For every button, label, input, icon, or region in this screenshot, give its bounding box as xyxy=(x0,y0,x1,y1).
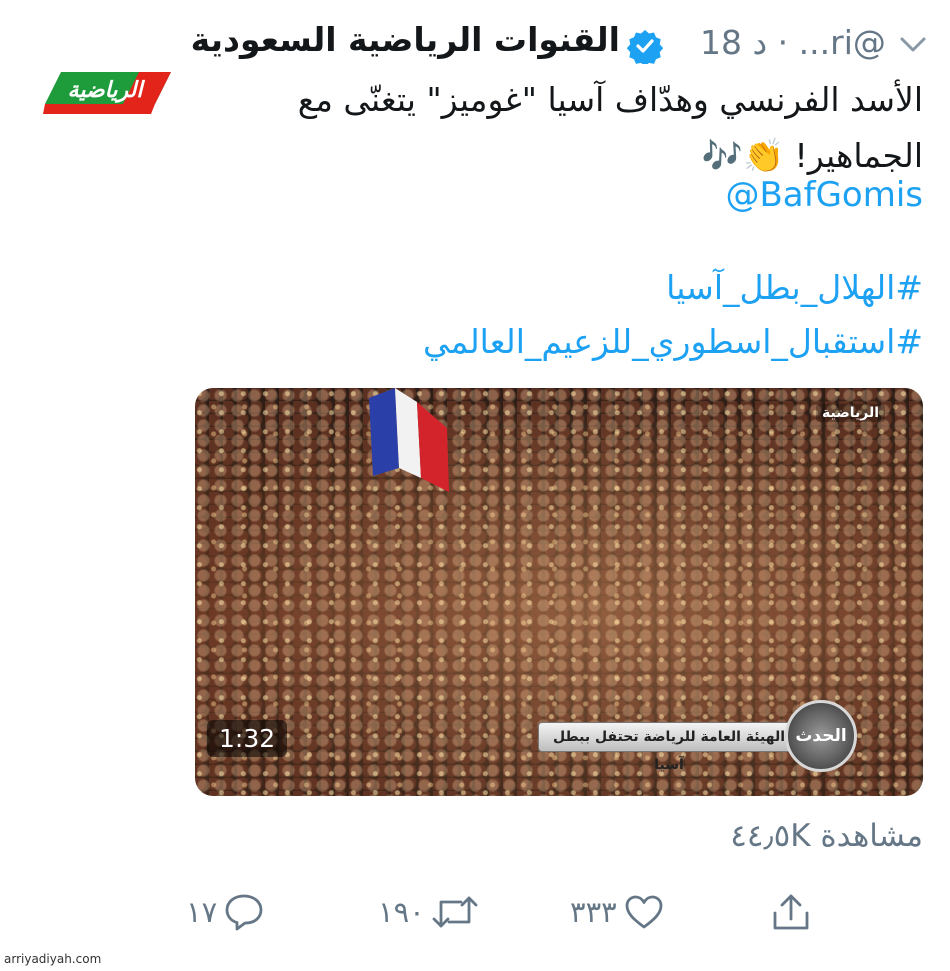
handle-and-timestamp: 18 د · ...ri@ xyxy=(700,23,886,62)
news-emblem: الحدث xyxy=(785,700,857,772)
mention-link[interactable]: @BafGomis xyxy=(725,175,923,215)
share-button[interactable] xyxy=(770,890,812,934)
site-credit: arriyadiyah.com xyxy=(4,952,102,966)
like-button[interactable]: ٣٣٣ xyxy=(570,890,665,934)
riyadiyah-logo-icon: الرياضية xyxy=(43,72,171,114)
reply-icon xyxy=(225,894,263,931)
video-duration-badge: 1:32 xyxy=(207,720,288,757)
hashtag-link[interactable]: #الهلال_بطل_آسيا xyxy=(666,268,923,307)
reply-count: ١٧ xyxy=(186,895,218,929)
flag-graphic xyxy=(369,388,449,492)
channel-watermark: الرياضية xyxy=(815,404,885,422)
verified-badge-icon xyxy=(627,30,663,64)
heart-icon xyxy=(625,895,663,929)
retweet-button[interactable]: ١٩٠ xyxy=(378,890,479,934)
like-count: ٣٣٣ xyxy=(570,895,617,929)
tweet-text: الأسد الفرنسي وهدّاف آسيا "غوميز" يتغنّى… xyxy=(297,80,923,175)
view-count: مشاهدة ٤٤٫٥K xyxy=(730,818,923,854)
retweet-count: ١٩٠ xyxy=(378,895,425,929)
retweet-icon xyxy=(432,896,478,928)
reply-button[interactable]: ١٧ xyxy=(186,890,265,934)
chevron-down-icon[interactable] xyxy=(896,30,930,58)
video-player[interactable]: الرياضية الهيئة العامة للرياضة تحتفل ببط… xyxy=(195,388,923,796)
news-ticker: الهيئة العامة للرياضة تحتفل ببطل آسيا xyxy=(538,722,800,773)
channel-logo[interactable]: الرياضية xyxy=(43,70,171,120)
display-name[interactable]: القنوات الرياضية السعودية xyxy=(191,20,620,59)
svg-text:الرياضية: الرياضية xyxy=(68,78,146,103)
hashtag-link[interactable]: #استقبال_اسطوري_للزعيم_العالمي xyxy=(423,322,923,361)
share-icon xyxy=(773,894,809,930)
